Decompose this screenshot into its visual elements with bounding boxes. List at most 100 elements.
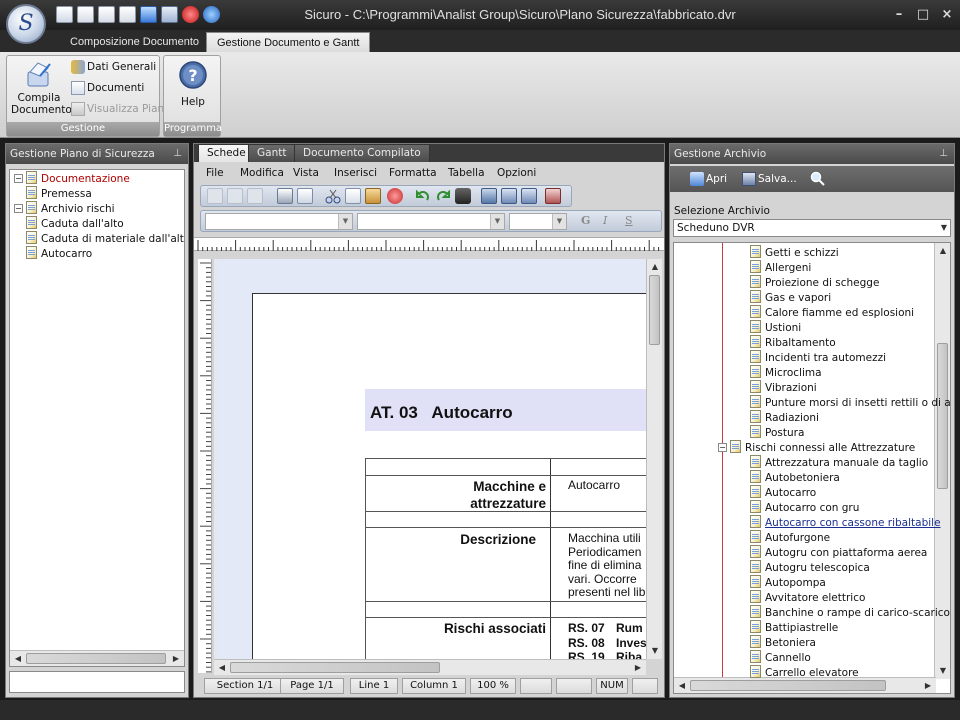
power-icon[interactable] xyxy=(182,6,199,23)
archive-tree-item[interactable]: Carrello elevatore xyxy=(750,665,859,680)
menu-file[interactable]: File xyxy=(206,164,224,182)
maximize-button[interactable]: □ xyxy=(912,6,934,24)
collapse-icon[interactable]: − xyxy=(14,204,23,213)
tab-gantt[interactable]: Gantt xyxy=(248,144,296,162)
copy-icon[interactable] xyxy=(345,188,361,204)
archive-tree-item[interactable]: − Rischi connessi alle Attrezzature xyxy=(718,440,915,455)
scroll-right-arrow[interactable]: ▶ xyxy=(631,661,645,675)
info-icon[interactable] xyxy=(203,6,220,23)
collapse-icon[interactable]: − xyxy=(718,443,727,452)
scroll-thumb[interactable] xyxy=(26,653,166,664)
left-pane-input[interactable] xyxy=(9,671,185,693)
scroll-right-arrow[interactable]: ▶ xyxy=(169,652,183,666)
tab-composizione-documento[interactable]: Composizione Documento xyxy=(60,32,209,52)
export-icon[interactable] xyxy=(140,6,157,23)
cut-icon[interactable] xyxy=(325,188,341,204)
copy-doc-icon[interactable] xyxy=(98,6,115,23)
menu-opzioni[interactable]: Opzioni xyxy=(497,164,536,182)
scroll-up-arrow[interactable]: ▲ xyxy=(648,260,662,274)
scroll-down-arrow[interactable]: ▼ xyxy=(648,644,662,658)
apri-button[interactable]: Apri xyxy=(690,170,727,188)
new-icon[interactable] xyxy=(207,188,223,204)
salva-button[interactable]: Salva... xyxy=(742,170,797,188)
italic-button[interactable]: I xyxy=(603,214,607,227)
archive-tree-item[interactable]: Microclima xyxy=(750,365,822,380)
menu-tabella[interactable]: Tabella xyxy=(448,164,485,182)
archive-tree-item[interactable]: Banchine o rampe di carico-scarico xyxy=(750,605,950,620)
bold-button[interactable]: G xyxy=(581,214,590,227)
delete-icon[interactable] xyxy=(387,188,403,204)
minimize-button[interactable]: – xyxy=(888,6,910,24)
tree-item[interactable]: Caduta di materiale dall'alto xyxy=(26,231,184,246)
tab-gestione-documento-gantt[interactable]: Gestione Documento e Gantt xyxy=(206,32,371,52)
archive-tree-item[interactable]: Ustioni xyxy=(750,320,801,335)
archive-tree-item[interactable]: Proiezione di schegge xyxy=(750,275,879,290)
tab-schede[interactable]: Schede xyxy=(198,144,255,162)
visualizza-piano-button[interactable]: Visualizza Piano xyxy=(71,100,171,118)
font-combo[interactable]: ▼ xyxy=(357,213,505,230)
tree-item[interactable]: Premessa xyxy=(26,186,92,201)
archive-tree-item[interactable]: Autobetoniera xyxy=(750,470,840,485)
tree-item[interactable]: Autocarro xyxy=(26,246,92,261)
menu-inserisci[interactable]: Inserisci xyxy=(334,164,377,182)
delete-row-icon[interactable] xyxy=(545,188,561,204)
archive-select[interactable]: Scheduno DVR ▼ xyxy=(673,219,951,237)
tree-item[interactable]: − Archivio rischi xyxy=(14,201,115,216)
archive-tree-item[interactable]: Attrezzatura manuale da taglio xyxy=(750,455,928,470)
scroll-up-arrow[interactable]: ▲ xyxy=(936,244,950,258)
save-icon[interactable] xyxy=(247,188,263,204)
paste-icon[interactable] xyxy=(365,188,381,204)
print-preview-icon[interactable] xyxy=(297,188,313,204)
archive-tree-item[interactable]: Incidenti tra automezzi xyxy=(750,350,886,365)
menu-formatta[interactable]: Formatta xyxy=(389,164,437,182)
insert-row-icon[interactable] xyxy=(501,188,517,204)
archive-tree-item[interactable]: Autofurgone xyxy=(750,530,830,545)
new-doc-icon[interactable] xyxy=(56,6,73,23)
size-combo[interactable]: ▼ xyxy=(509,213,567,230)
archive-tree-item[interactable]: Ribaltamento xyxy=(750,335,836,350)
archive-tree-item[interactable]: Radiazioni xyxy=(750,410,819,425)
scroll-thumb[interactable] xyxy=(937,343,948,489)
tree-item[interactable]: Caduta dall'alto xyxy=(26,216,124,231)
insert-table-icon[interactable] xyxy=(481,188,497,204)
pin-icon[interactable]: ⊥ xyxy=(173,144,182,164)
underline-button[interactable]: S xyxy=(625,214,633,227)
doc-vscrollbar[interactable]: ▲ ▼ xyxy=(646,259,662,659)
scroll-thumb[interactable] xyxy=(690,680,886,691)
scroll-left-arrow[interactable]: ◀ xyxy=(675,679,689,693)
documenti-button[interactable]: Documenti xyxy=(71,79,144,97)
scroll-thumb[interactable] xyxy=(649,275,660,345)
insert-column-icon[interactable] xyxy=(521,188,537,204)
archive-tree-item[interactable]: Autocarro xyxy=(750,485,816,500)
archive-tree-item[interactable]: Autocarro con cassone ribaltabile xyxy=(750,515,941,530)
dati-generali-button[interactable]: Dati Generali xyxy=(71,58,156,76)
archive-tree-item[interactable]: Getti e schizzi xyxy=(750,245,839,260)
menu-vista[interactable]: Vista xyxy=(293,164,319,182)
scroll-left-arrow[interactable]: ◀ xyxy=(11,652,25,666)
pin-icon[interactable]: ⊥ xyxy=(939,144,948,164)
print-doc-icon[interactable] xyxy=(119,6,136,23)
window-icon[interactable] xyxy=(161,6,178,23)
archive-tree-item[interactable]: Vibrazioni xyxy=(750,380,817,395)
search-button[interactable] xyxy=(810,170,826,188)
menu-modifica[interactable]: Modifica xyxy=(240,164,284,182)
app-logo[interactable]: S xyxy=(6,4,46,44)
tab-documento-compilato[interactable]: Documento Compilato xyxy=(294,144,430,162)
archive-tree-item[interactable]: Cannello xyxy=(750,650,811,665)
archive-tree-item[interactable]: Battipiastrelle xyxy=(750,620,838,635)
left-tree-hscrollbar[interactable]: ◀ ▶ xyxy=(10,650,184,666)
archive-tree-item[interactable]: Calore fiamme ed esplosioni xyxy=(750,305,914,320)
undo-icon[interactable] xyxy=(415,188,431,204)
archive-tree-item[interactable]: Postura xyxy=(750,425,804,440)
help-button[interactable]: ? Help xyxy=(168,60,218,108)
archive-tree-item[interactable]: Allergeni xyxy=(750,260,811,275)
doc-hscrollbar[interactable]: ◀ ▶ xyxy=(214,659,646,675)
compila-documento-button[interactable]: Compila Documento xyxy=(11,60,72,116)
binoculars-icon[interactable] xyxy=(455,188,471,204)
close-button[interactable]: × xyxy=(936,6,958,24)
collapse-icon[interactable]: − xyxy=(14,174,23,183)
scroll-down-arrow[interactable]: ▼ xyxy=(936,664,950,678)
tree-item[interactable]: − Documentazione xyxy=(14,171,130,186)
scroll-thumb[interactable] xyxy=(230,662,440,673)
archive-tree-item[interactable]: Autogru con piattaforma aerea xyxy=(750,545,927,560)
